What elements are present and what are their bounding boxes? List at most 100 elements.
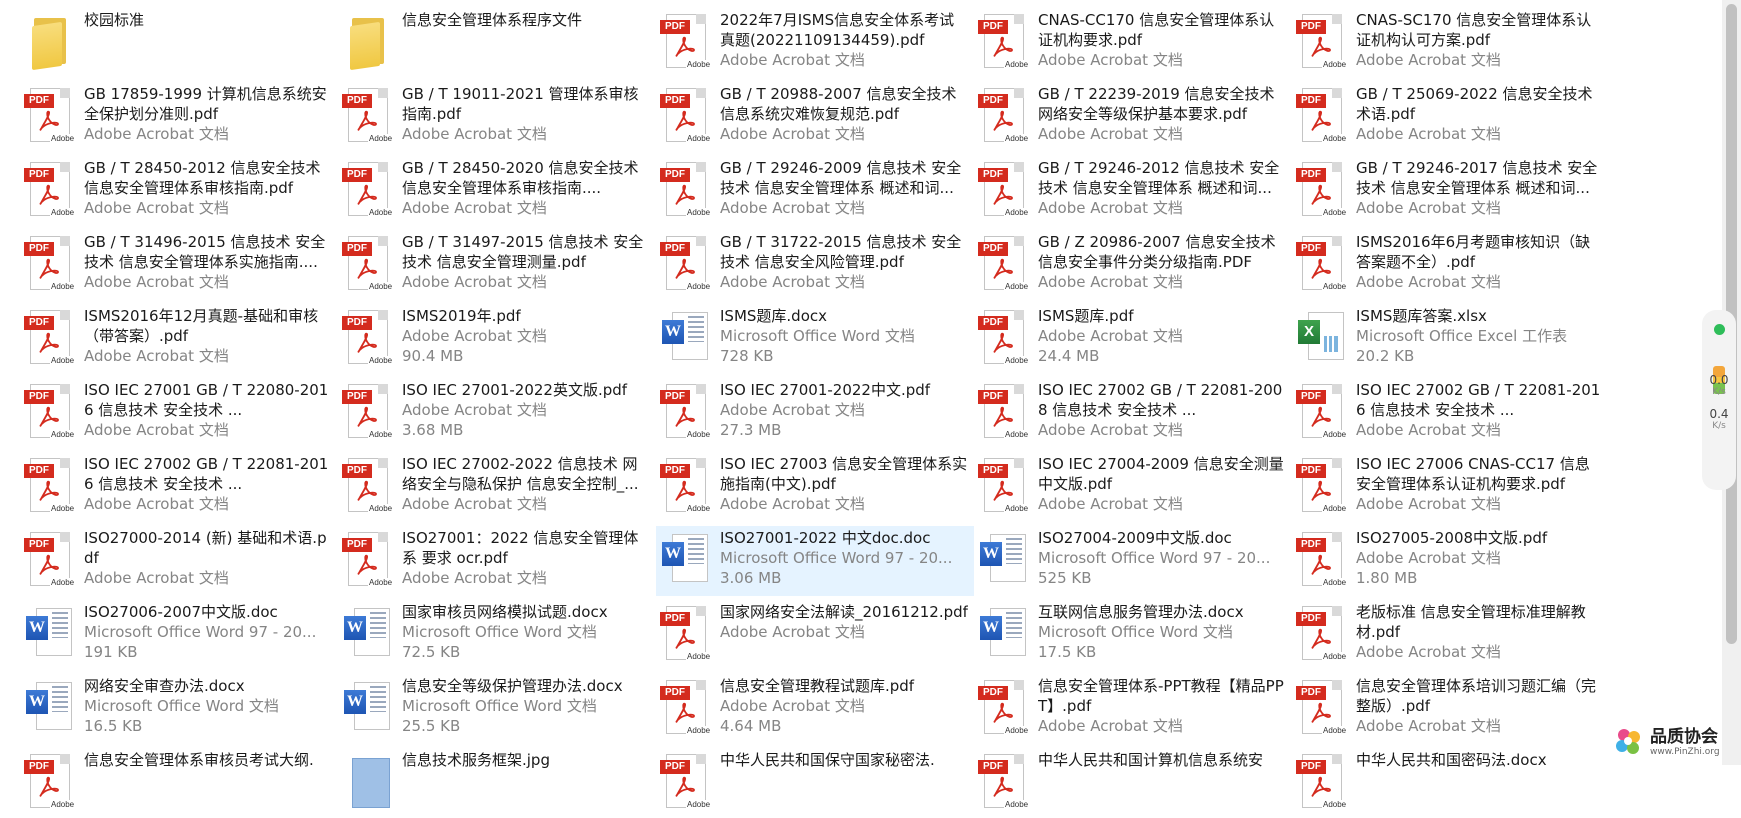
file-name: GB / T 28450-2020 信息安全技术 信息安全管理体系审核指南...…: [402, 159, 639, 197]
file-item[interactable]: PDF Adobe ISMS题库.pdf Adobe Acrobat 文档 24.4 M…: [974, 304, 1292, 374]
file-item[interactable]: PDF Adobe GB / T 19011-2021 管理体系审核指南.pdf Ad…: [338, 82, 656, 152]
file-name: CNAS-SC170 信息安全管理体系认证机构认可方案.pdf: [1356, 11, 1592, 49]
file-size: 1.80 MB: [1356, 569, 1418, 587]
file-item[interactable]: PDF Adobe 国家网络安全法解读_20161212.pdf Adobe Acro…: [656, 600, 974, 670]
word-file-icon: W: [22, 602, 74, 664]
file-item[interactable]: PDF Adobe ISO IEC 27003 信息安全管理体系实施指南(中文).p…: [656, 452, 974, 522]
file-item[interactable]: PDF Adobe ISMS2016年6月考题审核知识（缺答案题不全）.pdf Ado…: [1292, 230, 1610, 300]
pdf-file-icon: PDF Adobe: [1294, 750, 1348, 812]
file-item[interactable]: PDF Adobe GB / T 28450-2012 信息安全技术 信息安全管理体…: [20, 156, 338, 226]
file-item[interactable]: PDF Adobe GB / T 29246-2009 信息技术 安全技术 信息安全…: [656, 156, 974, 226]
pdf-file-icon: PDF Adobe: [1294, 602, 1348, 664]
file-item[interactable]: PDF Adobe 信息安全管理体系培训习题汇编（完整版）.pdf Adobe Acr…: [1292, 674, 1610, 744]
file-item[interactable]: 信息技术服务框架.jpg: [338, 748, 656, 818]
file-size: 728 KB: [720, 347, 774, 365]
file-name: 信息安全管理体系培训习题汇编（完整版）.pdf: [1356, 677, 1597, 715]
file-item[interactable]: PDF Adobe GB 17859-1999 计算机信息系统安全保护划分准则.pd…: [20, 82, 338, 152]
file-item[interactable]: PDF Adobe ISO IEC 27004-2009 信息安全测量中文版.pdf…: [974, 452, 1292, 522]
file-item[interactable]: PDF Adobe 信息安全管理体系审核员考试大纲.: [20, 748, 338, 818]
file-type: Adobe Acrobat 文档: [720, 623, 865, 641]
file-item[interactable]: PDF Adobe 中华人民共和国保守国家秘密法.: [656, 748, 974, 818]
file-name: ISO27001-2022 中文doc.doc: [720, 529, 931, 547]
file-item[interactable]: PDF Adobe 老版标准 信息安全管理标准理解教材.pdf Adobe Acrob…: [1292, 600, 1610, 670]
file-name: ISO IEC 27002-2022 信息技术 网络安全与隐私保护 信息安全控制…: [402, 455, 639, 493]
file-item[interactable]: PDF Adobe ISO IEC 27002 GB / T 22081-2008 …: [974, 378, 1292, 448]
file-item[interactable]: W 网络安全审查办法.docx Microsoft Office Word 文档 16…: [20, 674, 338, 744]
file-name: ISO IEC 27002 GB / T 22081-2016 信息技术 安全技…: [1356, 381, 1601, 419]
file-item[interactable]: PDF Adobe 中华人民共和国计算机信息系统安: [974, 748, 1292, 818]
file-item[interactable]: W 互联网信息服务管理办法.docx Microsoft Office Word 文…: [974, 600, 1292, 670]
file-type: Adobe Acrobat 文档: [720, 125, 865, 143]
file-type: Adobe Acrobat 文档: [720, 199, 865, 217]
file-type: Adobe Acrobat 文档: [1038, 51, 1183, 69]
download-unit: K/s: [1712, 421, 1726, 431]
file-type: Microsoft Office Word 文档: [1038, 623, 1233, 641]
file-item[interactable]: 信息安全管理体系程序文件: [338, 8, 656, 78]
file-name: ISO IEC 27004-2009 信息安全测量中文版.pdf: [1038, 455, 1284, 493]
file-item[interactable]: PDF Adobe 2022年7月ISMS信息安全体系考试真题(2022110913…: [656, 8, 974, 78]
file-item[interactable]: W ISO27001-2022 中文doc.doc Microsoft Office…: [656, 526, 974, 596]
file-item[interactable]: PDF Adobe GB / T 22239-2019 信息安全技术 网络安全等级保…: [974, 82, 1292, 152]
pdf-file-icon: PDF Adobe: [22, 750, 76, 812]
file-item[interactable]: PDF Adobe ISO IEC 27002 GB / T 22081-2016 …: [1292, 378, 1610, 448]
file-name: 信息安全等级保护管理办法.docx: [402, 677, 623, 695]
file-item[interactable]: PDF Adobe ISO IEC 27002 GB / T 22081-2016 …: [20, 452, 338, 522]
file-item[interactable]: PDF Adobe 信息安全管理体系-PPT教程【精品PPT】.pdf Adobe A…: [974, 674, 1292, 744]
file-item[interactable]: X ISMS题库答案.xlsx Microsoft Office Excel 工作表…: [1292, 304, 1610, 374]
file-item[interactable]: PDF Adobe ISO27005-2008中文版.pdf Adobe Acroba…: [1292, 526, 1610, 596]
file-name: GB / Z 20986-2007 信息安全技术 信息安全事件分类分级指南.PD…: [1038, 233, 1276, 271]
pdf-file-icon: PDF Adobe: [976, 158, 1030, 220]
file-name: 网络安全审查办法.docx: [84, 677, 245, 695]
file-item[interactable]: 校园标准: [20, 8, 338, 78]
file-item[interactable]: PDF Adobe GB / T 31496-2015 信息技术 安全技术 信息安全…: [20, 230, 338, 300]
brand-url: www.PinZhi.org: [1650, 747, 1720, 757]
file-name: GB 17859-1999 计算机信息系统安全保护划分准则.pdf: [84, 85, 327, 123]
file-item[interactable]: PDF Adobe GB / T 29246-2017 信息技术 安全技术 信息安全…: [1292, 156, 1610, 226]
file-item[interactable]: PDF Adobe GB / T 28450-2020 信息安全技术 信息安全管理体…: [338, 156, 656, 226]
file-item[interactable]: PDF Adobe ISO IEC 27001 GB / T 22080-2016 …: [20, 378, 338, 448]
file-item[interactable]: PDF Adobe ISO27001：2022 信息安全管理体系 要求 ocr.pd…: [338, 526, 656, 596]
file-type: Adobe Acrobat 文档: [1356, 717, 1501, 735]
file-item[interactable]: PDF Adobe GB / T 20988-2007 信息安全技术 信息系统灾难恢…: [656, 82, 974, 152]
file-item[interactable]: W ISO27004-2009中文版.doc Microsoft Office Wo…: [974, 526, 1292, 596]
file-item[interactable]: PDF Adobe 中华人民共和国密码法.docx: [1292, 748, 1610, 818]
file-item[interactable]: PDF Adobe ISMS2016年12月真题-基础和审核（带答案）.pdf Ado…: [20, 304, 338, 374]
file-item[interactable]: PDF Adobe ISO27000-2014 (新) 基础和术语.pdf Adobe…: [20, 526, 338, 596]
file-item[interactable]: PDF Adobe CNAS-SC170 信息安全管理体系认证机构认可方案.pdf A…: [1292, 8, 1610, 78]
file-name: 中华人民共和国密码法.docx: [1356, 751, 1547, 769]
file-item[interactable]: W 信息安全等级保护管理办法.docx Microsoft Office Word …: [338, 674, 656, 744]
file-item[interactable]: PDF Adobe ISO IEC 27002-2022 信息技术 网络安全与隐私保…: [338, 452, 656, 522]
file-item[interactable]: PDF Adobe CNAS-CC170 信息安全管理体系认证机构要求.pdf Ado…: [974, 8, 1292, 78]
file-type: Adobe Acrobat 文档: [402, 327, 547, 345]
file-size: 27.3 MB: [720, 421, 782, 439]
file-name: ISO27006-2007中文版.doc: [84, 603, 278, 621]
file-name: GB / T 22239-2019 信息安全技术 网络安全等级保护基本要求.pd…: [1038, 85, 1275, 123]
pdf-file-icon: PDF Adobe: [340, 84, 394, 146]
file-item[interactable]: PDF Adobe GB / T 29246-2012 信息技术 安全技术 信息安全…: [974, 156, 1292, 226]
pdf-file-icon: PDF Adobe: [976, 232, 1030, 294]
file-type: Adobe Acrobat 文档: [1356, 421, 1501, 439]
file-name: ISMS2016年12月真题-基础和审核（带答案）.pdf: [84, 307, 319, 345]
file-item[interactable]: PDF Adobe ISO IEC 27006 CNAS-CC17 信息安全管理体系…: [1292, 452, 1610, 522]
watermark-logo: 品质协会 www.PinZhi.org: [1612, 722, 1737, 762]
file-item[interactable]: PDF Adobe ISO IEC 27001-2022中文.pdf Adobe Ac…: [656, 378, 974, 448]
file-grid: 校园标准 信息安全管理体系程序文件 PDF Adobe 2022年7月ISMS信息安全体…: [0, 0, 1720, 810]
file-item[interactable]: PDF Adobe GB / T 31497-2015 信息技术 安全技术 信息安全…: [338, 230, 656, 300]
file-item[interactable]: W ISMS题库.docx Microsoft Office Word 文档 728 …: [656, 304, 974, 374]
file-item[interactable]: PDF Adobe GB / T 25069-2022 信息安全技术 术语.pdf A…: [1292, 82, 1610, 152]
file-name: 国家审核员网络模拟试题.docx: [402, 603, 608, 621]
file-item[interactable]: PDF Adobe GB / Z 20986-2007 信息安全技术 信息安全事件分…: [974, 230, 1292, 300]
pdf-file-icon: PDF Adobe: [340, 454, 394, 516]
file-name: ISO IEC 27006 CNAS-CC17 信息安全管理体系认证机构要求.p…: [1356, 455, 1590, 493]
file-type: Adobe Acrobat 文档: [720, 495, 865, 513]
pdf-file-icon: PDF Adobe: [658, 676, 712, 738]
word-file-icon: W: [976, 602, 1028, 664]
file-item[interactable]: PDF Adobe ISO IEC 27001-2022英文版.pdf Adobe A…: [338, 378, 656, 448]
file-item[interactable]: PDF Adobe GB / T 31722-2015 信息技术 安全技术 信息安全…: [656, 230, 974, 300]
file-item[interactable]: W ISO27006-2007中文版.doc Microsoft Office Wo…: [20, 600, 338, 670]
word-file-icon: W: [976, 528, 1028, 590]
file-item[interactable]: PDF Adobe ISMS2019年.pdf Adobe Acrobat 文档 90.…: [338, 304, 656, 374]
network-monitor-widget[interactable]: 0.0 K/s 0.4 K/s: [1702, 310, 1736, 490]
file-item[interactable]: PDF Adobe 信息安全管理教程试题库.pdf Adobe Acrobat 文档 4…: [656, 674, 974, 744]
file-item[interactable]: W 国家审核员网络模拟试题.docx Microsoft Office Word 文…: [338, 600, 656, 670]
